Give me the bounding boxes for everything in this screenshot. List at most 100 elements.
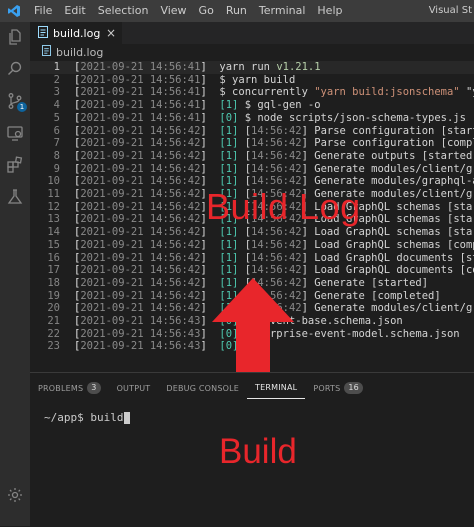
log-timestamp: 2021-09-21 14:56:41 bbox=[80, 111, 201, 124]
log-timestamp: 2021-09-21 14:56:42 bbox=[80, 200, 201, 213]
log-message: [1] $ gql-gen -o bbox=[219, 99, 321, 112]
line-number: 3 bbox=[53, 86, 60, 99]
menu-item-view[interactable]: View bbox=[154, 0, 192, 22]
tab-label: build.log bbox=[53, 26, 101, 40]
search-icon[interactable] bbox=[0, 54, 30, 84]
log-timestamp: 2021-09-21 14:56:42 bbox=[80, 162, 201, 175]
line-number: 10 bbox=[47, 175, 60, 188]
line-number: 14 bbox=[47, 226, 60, 239]
line-number: 8 bbox=[53, 149, 60, 162]
log-line: 2 [2021-09-21 14:56:41] $ yarn build bbox=[30, 74, 474, 87]
annotation-build-log: Build Log bbox=[206, 186, 361, 227]
line-number: 19 bbox=[47, 289, 60, 302]
log-timestamp: 2021-09-21 14:56:42 bbox=[80, 226, 201, 239]
log-message: [1] [14:56:42] Parse configuration [star… bbox=[219, 124, 474, 137]
panel-tab-label: PROBLEMS bbox=[38, 383, 84, 393]
red-arrow-icon bbox=[212, 278, 294, 378]
tab-debug-console[interactable]: DEBUG CONSOLE bbox=[158, 377, 247, 399]
line-number: 6 bbox=[53, 124, 60, 137]
log-line: 9 [2021-09-21 14:56:42] [1] [14:56:42] Ge… bbox=[30, 163, 474, 176]
log-timestamp: 2021-09-21 14:56:42 bbox=[80, 264, 201, 277]
menu-item-go[interactable]: Go bbox=[193, 0, 220, 22]
settings-gear-icon[interactable] bbox=[0, 480, 30, 510]
log-timestamp: 2021-09-21 14:56:43 bbox=[80, 315, 201, 327]
tab-output[interactable]: OUTPUT bbox=[109, 377, 159, 399]
log-message: [0] $ node scripts/json-schema-types.js bbox=[219, 111, 466, 124]
line-number: 9 bbox=[53, 162, 60, 175]
window-title: Visual St bbox=[428, 5, 472, 16]
log-message: [1] [14:56:42] Load GraphQL documents [s… bbox=[219, 251, 474, 264]
log-timestamp: 2021-09-21 14:56:43 bbox=[80, 340, 201, 353]
line-number: 11 bbox=[47, 188, 60, 200]
source-control-icon[interactable]: 1 bbox=[0, 86, 30, 116]
log-timestamp: 2021-09-21 14:56:42 bbox=[80, 276, 201, 289]
editor-tab-bar: build.log × bbox=[30, 22, 474, 44]
menu-item-file[interactable]: File bbox=[28, 0, 58, 22]
log-timestamp: 2021-09-21 14:56:41 bbox=[80, 99, 201, 112]
activity-bar: 1 bbox=[0, 22, 30, 526]
extensions-icon[interactable] bbox=[0, 150, 30, 180]
close-icon[interactable]: × bbox=[106, 26, 116, 40]
terminal-cursor bbox=[124, 411, 131, 424]
line-number: 7 bbox=[53, 137, 60, 150]
panel-tab-label: OUTPUT bbox=[116, 383, 151, 393]
tab-terminal[interactable]: TERMINAL bbox=[247, 378, 306, 399]
log-timestamp: 2021-09-21 14:56:42 bbox=[80, 238, 201, 251]
source-control-badge: 1 bbox=[17, 102, 27, 112]
log-line: 16 [2021-09-21 14:56:42] [1] [14:56:42] L… bbox=[30, 252, 474, 265]
log-message: [1] [14:56:42] Load GraphQL documents [c… bbox=[219, 264, 474, 277]
log-line: 17 [2021-09-21 14:56:42] [1] [14:56:42] L… bbox=[30, 264, 474, 277]
line-number: 4 bbox=[53, 99, 60, 112]
line-number: 18 bbox=[47, 276, 60, 289]
log-message: yarn run v1.21.1 bbox=[219, 61, 321, 73]
menu-item-run[interactable]: Run bbox=[220, 0, 253, 22]
log-line: 5 [2021-09-21 14:56:41] [0] $ node script… bbox=[30, 112, 474, 125]
log-message: $ yarn build bbox=[219, 73, 296, 86]
panel-tab-label: PORTS bbox=[313, 383, 341, 393]
file-icon bbox=[42, 45, 51, 59]
line-number: 16 bbox=[47, 251, 60, 264]
log-timestamp: 2021-09-21 14:56:42 bbox=[80, 149, 201, 162]
tab-build-log[interactable]: build.log × bbox=[30, 22, 122, 44]
log-timestamp: 2021-09-21 14:56:42 bbox=[80, 137, 201, 150]
annotation-build: Build bbox=[219, 432, 297, 471]
terminal[interactable]: ~/app$ build bbox=[44, 411, 131, 424]
log-line: 4 [2021-09-21 14:56:41] [1] $ gql-gen -o bbox=[30, 99, 474, 112]
file-icon bbox=[38, 25, 48, 41]
tab-ports[interactable]: PORTS 16 bbox=[305, 377, 371, 399]
menu-bar: File Edit Selection View Go Run Terminal Help bbox=[28, 0, 348, 22]
terminal-prompt: ~/app$ build bbox=[44, 411, 124, 424]
panel-tab-label: DEBUG CONSOLE bbox=[166, 383, 240, 393]
breadcrumb: build.log bbox=[30, 44, 474, 60]
menu-item-terminal[interactable]: Terminal bbox=[253, 0, 312, 22]
line-number: 23 bbox=[47, 340, 60, 353]
vscode-logo-icon bbox=[0, 0, 28, 22]
log-timestamp: 2021-09-21 14:56:41 bbox=[80, 73, 201, 86]
line-number: 1 bbox=[53, 61, 60, 73]
line-number: 22 bbox=[47, 327, 60, 340]
log-timestamp: 2021-09-21 14:56:42 bbox=[80, 175, 201, 188]
log-timestamp: 2021-09-21 14:56:42 bbox=[80, 188, 201, 200]
explorer-icon[interactable] bbox=[0, 22, 30, 52]
testing-icon[interactable] bbox=[0, 182, 30, 212]
line-number: 13 bbox=[47, 213, 60, 226]
log-line: 1 [2021-09-21 14:56:41] yarn run v1.21.1 bbox=[30, 61, 474, 74]
menu-item-help[interactable]: Help bbox=[311, 0, 348, 22]
line-number: 15 bbox=[47, 238, 60, 251]
line-number: 2 bbox=[53, 73, 60, 86]
log-timestamp: 2021-09-21 14:56:43 bbox=[80, 327, 201, 340]
log-timestamp: 2021-09-21 14:56:42 bbox=[80, 213, 201, 226]
log-timestamp: 2021-09-21 14:56:41 bbox=[80, 61, 201, 73]
menu-item-edit[interactable]: Edit bbox=[58, 0, 91, 22]
line-number: 20 bbox=[47, 302, 60, 315]
log-line: 7 [2021-09-21 14:56:42] [1] [14:56:42] Pa… bbox=[30, 137, 474, 150]
log-line: 6 [2021-09-21 14:56:42] [1] [14:56:42] Pa… bbox=[30, 125, 474, 138]
line-number: 17 bbox=[47, 264, 60, 277]
breadcrumb-label[interactable]: build.log bbox=[56, 46, 103, 59]
remote-explorer-icon[interactable] bbox=[0, 118, 30, 148]
log-line: 3 [2021-09-21 14:56:41] $ concurrently "y… bbox=[30, 86, 474, 99]
log-message: $ concurrently "yarn build:jsonschema" "… bbox=[219, 86, 474, 99]
menu-item-selection[interactable]: Selection bbox=[92, 0, 155, 22]
line-number: 5 bbox=[53, 111, 60, 124]
tab-problems[interactable]: PROBLEMS 3 bbox=[30, 377, 109, 399]
